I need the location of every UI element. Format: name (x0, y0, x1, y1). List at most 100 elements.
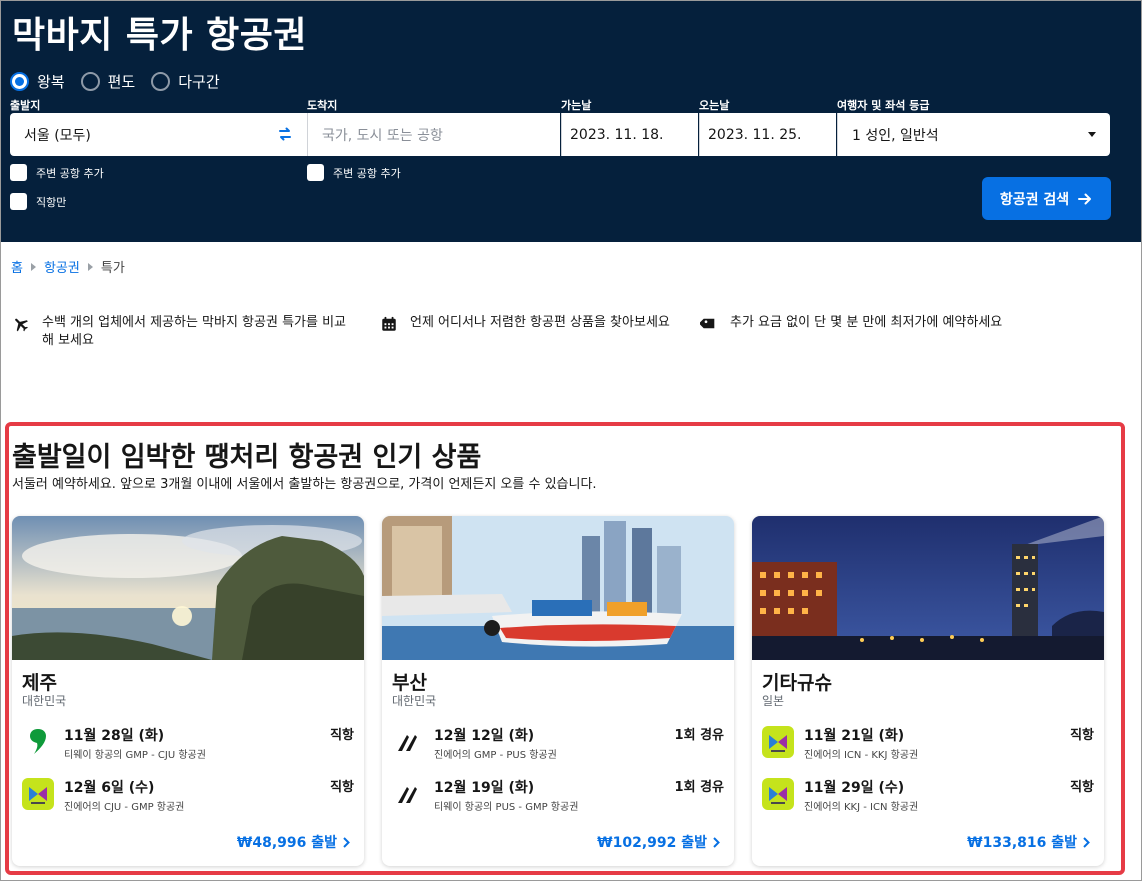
breadcrumb-separator-icon (87, 262, 93, 271)
deal-price: ₩102,992 출발 (597, 835, 707, 851)
feature-text: 수백 개의 업체에서 제공하는 막바지 항공권 특가를 비교 (42, 315, 347, 330)
trip-type-group: 왕복 편도 다구간 (10, 71, 220, 92)
depart-date-label: 가는날 (561, 99, 592, 112)
depart-date-input[interactable]: 2023. 11. 18. (561, 113, 698, 156)
checkbox-icon (307, 164, 324, 181)
deal-card-jeju[interactable]: 제주 대한민국 11월 28일 (화) 티웨이 항공의 GMP - CJU 항공… (12, 516, 364, 866)
section-title: 출발일이 임박한 땡처리 항공권 인기 상품 (12, 442, 482, 473)
destination-country: 대한민국 (392, 694, 437, 708)
chevron-right-icon (713, 836, 720, 848)
return-date-value: 2023. 11. 25. (708, 126, 802, 143)
destination-city: 제주 (22, 672, 57, 694)
destination-city: 부산 (392, 672, 427, 694)
deal-price: ₩133,816 출발 (967, 835, 1077, 851)
direct-only-checkbox[interactable]: 직항만 (10, 193, 66, 210)
chevron-right-icon (343, 836, 350, 848)
breadcrumb: 홈 항공권 특가 (11, 257, 125, 276)
breadcrumb-home[interactable]: 홈 (11, 257, 23, 276)
destination-country: 대한민국 (22, 694, 67, 708)
radio-icon (151, 72, 171, 91)
nearby-destination-label: 주변 공항 추가 (333, 166, 401, 180)
leg-date: 12월 6일 (수) (64, 780, 155, 796)
search-header: 막바지 특가 항공권 왕복 편도 다구간 출발지 도착지 가는날 오는날 여행자… (0, 0, 1142, 242)
travelers-label: 여행자 및 좌석 등급 (837, 99, 930, 112)
return-leg: 12월 6일 (수) 진에어의 CJU - GMP 항공권 직항 (22, 776, 354, 816)
swap-icon[interactable] (277, 126, 293, 142)
breadcrumb-flights[interactable]: 항공권 (44, 257, 80, 276)
airplane-icon (15, 318, 28, 332)
arrow-right-icon (1078, 193, 1092, 204)
deal-price: ₩48,996 출발 (236, 835, 337, 851)
trip-type-oneway[interactable]: 편도 (80, 71, 136, 92)
leg-stops: 직항 (330, 780, 354, 795)
trip-type-label: 다구간 (178, 73, 220, 91)
leg-date: 12월 19일 (화) (434, 780, 535, 796)
checkbox-icon (10, 164, 27, 181)
trip-type-roundtrip[interactable]: 왕복 (10, 71, 65, 92)
leg-stops: 1회 경유 (674, 728, 724, 743)
multi-airline-logo-icon (392, 726, 424, 758)
destination-city: 기타규슈 (762, 672, 832, 694)
tag-icon (700, 318, 715, 329)
return-leg: 12월 19일 (화) 티웨이 항공의 PUS - GMP 항공권 1회 경유 (392, 776, 724, 816)
breadcrumb-separator-icon (30, 262, 36, 271)
deal-price-link[interactable]: ₩133,816 출발 (967, 832, 1090, 852)
section-subtitle: 서둘러 예약하세요. 앞으로 3개월 이내에 서울에서 출발하는 항공권으로, … (12, 477, 597, 492)
calendar-icon (382, 316, 396, 331)
feature-anytime: 언제 어디서나 저렴한 항공편 상품을 찾아보세요 (380, 314, 690, 333)
tway-logo-icon (22, 726, 54, 758)
radio-selected-icon (10, 72, 29, 91)
leg-stops: 직항 (330, 728, 354, 743)
leg-route: 진에어의 CJU - GMP 항공권 (64, 802, 185, 813)
leg-stops: 직항 (1070, 780, 1094, 795)
nearby-origin-checkbox[interactable]: 주변 공항 추가 (10, 164, 104, 181)
deal-card-busan[interactable]: 부산 대한민국 12월 12일 (화) 진에어의 GMP - PUS 항공권 1… (382, 516, 734, 866)
deal-card-kitakyushu[interactable]: 기타규슈 일본 11월 21일 (화) 진에어의 ICN - KKJ 항공권 직… (752, 516, 1104, 866)
return-date-input[interactable]: 2023. 11. 25. (699, 113, 836, 156)
trip-type-multicity[interactable]: 다구간 (151, 71, 220, 92)
destination-photo (752, 516, 1104, 660)
search-flights-button[interactable]: 항공권 검색 (982, 177, 1111, 220)
depart-date-value: 2023. 11. 18. (570, 126, 664, 143)
outbound-leg: 12월 12일 (화) 진에어의 GMP - PUS 항공권 1회 경유 (392, 724, 724, 764)
destination-photo (12, 516, 364, 660)
origin-input[interactable]: 서울 (모두) (10, 113, 307, 156)
destination-placeholder: 국가, 도시 또는 공항 (322, 127, 443, 144)
feature-text: 언제 어디서나 저렴한 항공편 상품을 찾아보세요 (410, 315, 670, 330)
outbound-leg: 11월 21일 (화) 진에어의 ICN - KKJ 항공권 직항 (762, 724, 1094, 764)
deal-price-link[interactable]: ₩48,996 출발 (237, 832, 350, 852)
nearby-destination-checkbox[interactable]: 주변 공항 추가 (307, 164, 401, 181)
checkbox-icon (10, 193, 27, 210)
direct-only-label: 직항만 (36, 195, 67, 209)
return-date-label: 오는날 (699, 99, 730, 112)
travelers-value: 1 성인, 일반석 (852, 127, 939, 144)
feature-compare: 수백 개의 업체에서 제공하는 막바지 항공권 특가를 비교 해 보세요 (12, 314, 357, 350)
chevron-down-icon (1088, 132, 1096, 137)
feature-text: 해 보세요 (42, 333, 94, 348)
trip-type-label: 편도 (107, 73, 136, 91)
radio-icon (80, 72, 100, 91)
jinair-logo-icon (762, 726, 794, 758)
leg-stops: 1회 경유 (674, 780, 724, 795)
leg-date: 11월 28일 (화) (64, 728, 165, 744)
deal-price-link[interactable]: ₩102,992 출발 (597, 832, 720, 852)
origin-value: 서울 (모두) (24, 127, 91, 144)
leg-route: 티웨이 항공의 GMP - CJU 항공권 (64, 750, 206, 761)
leg-route: 진에어의 KKJ - ICN 항공권 (804, 802, 919, 813)
feature-text: 추가 요금 없이 단 몇 분 만에 최저가에 예약하세요 (730, 315, 1003, 330)
destination-input[interactable]: 국가, 도시 또는 공항 (307, 113, 560, 156)
leg-route: 티웨이 항공의 PUS - GMP 항공권 (434, 802, 579, 813)
breadcrumb-current: 특가 (100, 261, 125, 276)
return-leg: 11월 29일 (수) 진에어의 KKJ - ICN 항공권 직항 (762, 776, 1094, 816)
leg-date: 12월 12일 (화) (434, 728, 535, 744)
chevron-right-icon (1083, 836, 1090, 848)
travelers-select[interactable]: 1 성인, 일반석 (837, 113, 1110, 156)
leg-date: 11월 21일 (화) (804, 728, 905, 744)
jinair-logo-icon (762, 778, 794, 810)
destination-photo (382, 516, 734, 660)
jinair-logo-icon (22, 778, 54, 810)
page-title: 막바지 특가 항공권 (12, 15, 308, 56)
feature-book: 추가 요금 없이 단 몇 분 만에 최저가에 예약하세요 (700, 314, 1020, 333)
destination-country: 일본 (762, 694, 785, 708)
leg-date: 11월 29일 (수) (804, 780, 905, 796)
